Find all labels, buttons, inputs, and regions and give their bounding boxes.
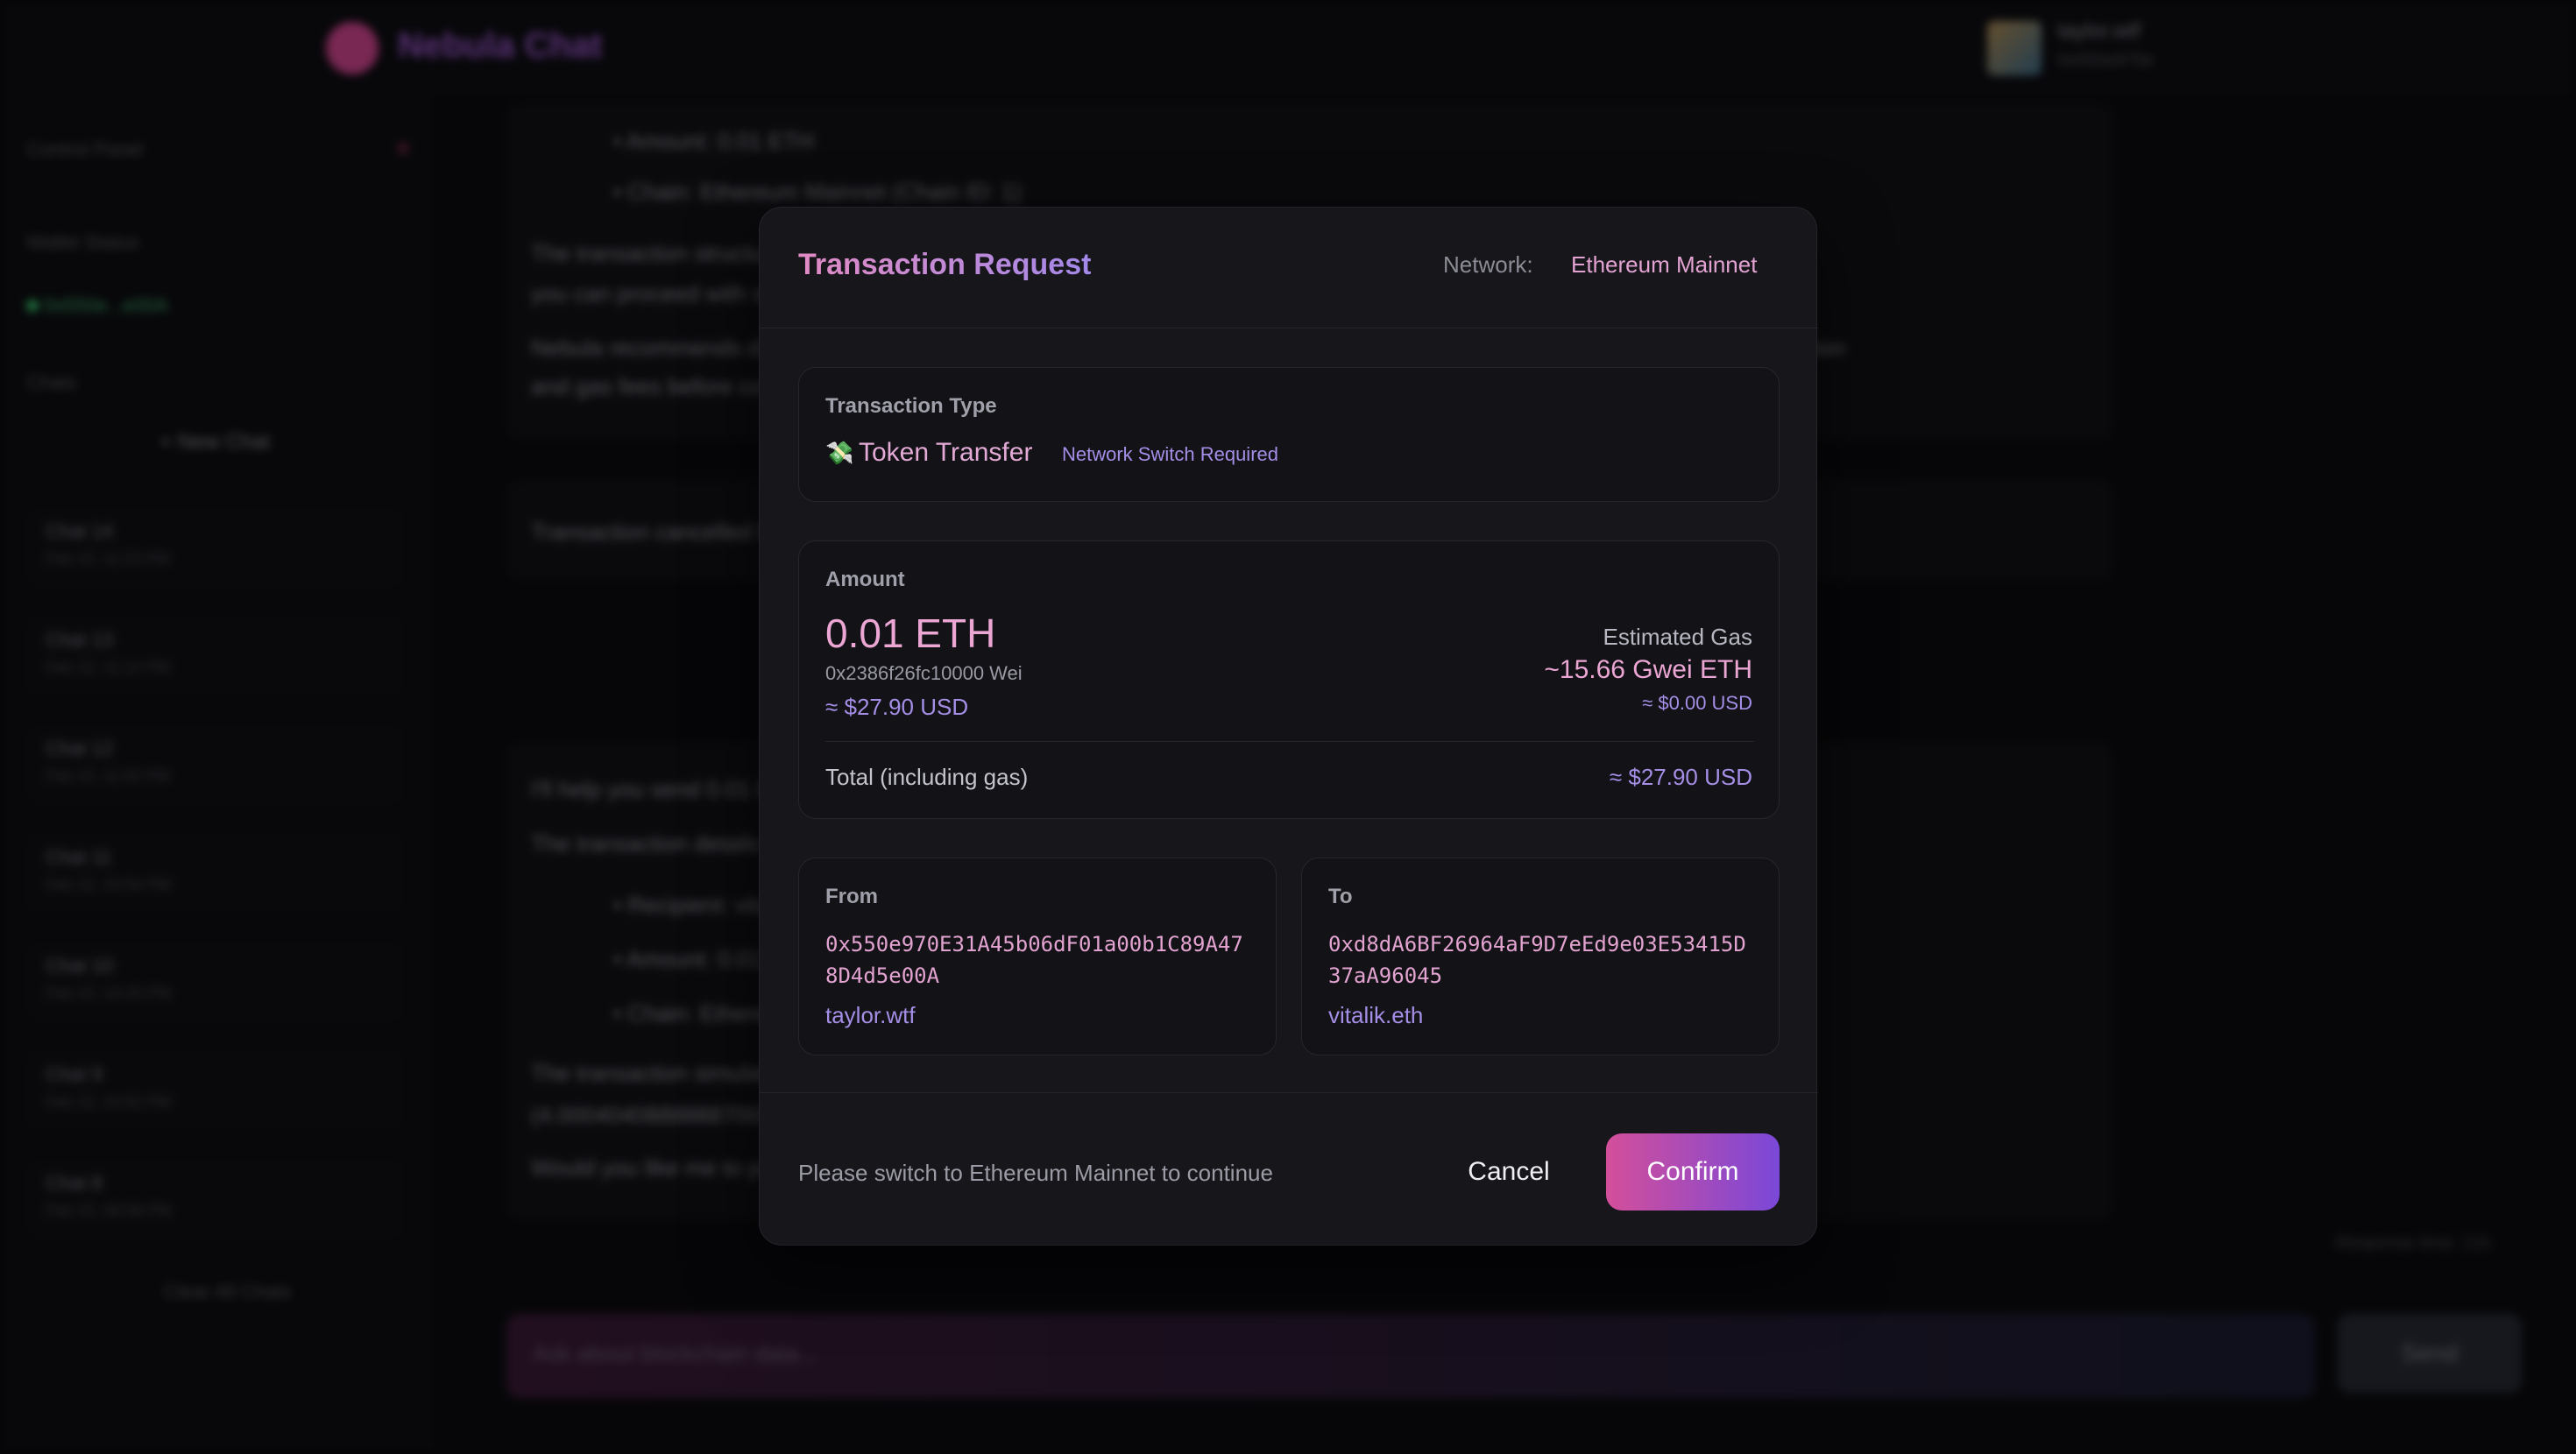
amount-label: Amount xyxy=(825,568,905,591)
money-wings-icon: 💸 xyxy=(825,440,854,466)
estimated-gas-usd: ≈ $0.00 USD xyxy=(1642,692,1752,714)
amount-panel: Amount 0.01 ETH 0x2386f26fc10000 Wei ≈ $… xyxy=(798,540,1780,819)
to-panel: To 0xd8dA6BF26964aF9D7eEd9e03E53415D37aA… xyxy=(1301,858,1780,1055)
modal-header: Transaction Request Network: Ethereum Ma… xyxy=(760,208,1818,328)
confirm-button[interactable]: Confirm xyxy=(1606,1133,1780,1210)
from-panel: From 0x550e970E31A45b06dF01a00b1C89A478D… xyxy=(798,858,1277,1055)
amount-wei: 0x2386f26fc10000 Wei xyxy=(825,662,1023,684)
total-label: Total (including gas) xyxy=(825,764,1029,790)
total-value: ≈ $27.90 USD xyxy=(1609,764,1752,790)
from-label: From xyxy=(825,885,878,908)
from-ens-name: taylor.wtf xyxy=(825,1002,916,1028)
network-switch-badge: Network Switch Required xyxy=(1062,443,1278,465)
modal-title: Transaction Request xyxy=(798,248,1092,281)
network-value: Ethereum Mainnet xyxy=(1571,251,1758,278)
from-address: 0x550e970E31A45b06dF01a00b1C89A478D4d5e0… xyxy=(825,932,1243,988)
to-address: 0xd8dA6BF26964aF9D7eEd9e03E53415D37aA960… xyxy=(1328,932,1746,988)
transaction-request-modal: Transaction Request Network: Ethereum Ma… xyxy=(759,207,1818,1246)
transaction-type-value: Token Transfer xyxy=(859,438,1033,467)
amount-value: 0.01 ETH xyxy=(825,611,996,656)
modal-footer: Please switch to Ethereum Mainnet to con… xyxy=(760,1092,1818,1246)
network-label: Network: xyxy=(1443,251,1533,278)
amount-usd: ≈ $27.90 USD xyxy=(825,694,969,720)
estimated-gas-value: ~15.66 Gwei ETH xyxy=(1544,655,1752,684)
divider xyxy=(825,741,1754,742)
network-switch-message: Please switch to Ethereum Mainnet to con… xyxy=(798,1160,1273,1186)
cancel-button[interactable]: Cancel xyxy=(1426,1133,1592,1210)
transaction-type-label: Transaction Type xyxy=(825,394,997,418)
to-label: To xyxy=(1328,885,1353,908)
transaction-type-panel: Transaction Type 💸 Token Transfer Networ… xyxy=(798,367,1780,502)
to-ens-name: vitalik.eth xyxy=(1328,1002,1424,1028)
estimated-gas-label: Estimated Gas xyxy=(1603,624,1752,650)
